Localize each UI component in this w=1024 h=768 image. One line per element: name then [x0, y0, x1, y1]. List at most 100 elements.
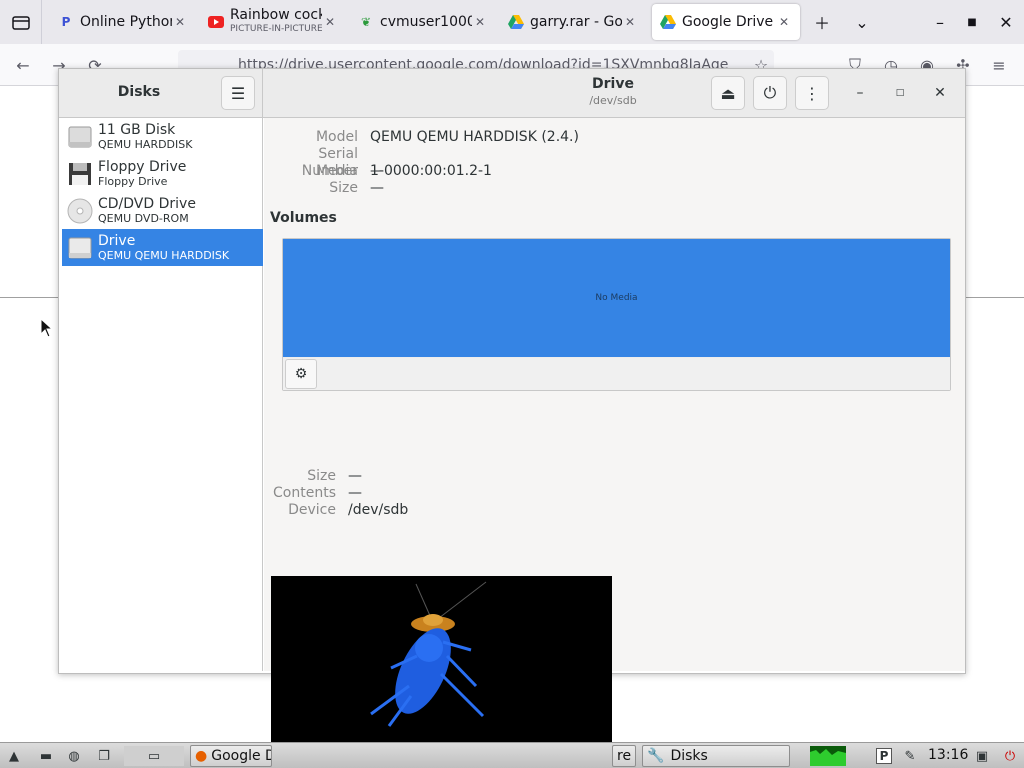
partition-info-row: Device/dev/sdb [264, 502, 408, 519]
tab-close-icon[interactable]: ✕ [622, 15, 638, 29]
info-row: Size — [264, 180, 384, 197]
pager-indicator[interactable]: P [874, 746, 894, 766]
volume-map: No Media ⚙ [282, 238, 951, 391]
volume-block[interactable]: No Media [283, 239, 950, 357]
firefox-view-icon [11, 16, 30, 30]
back-button[interactable]: ← [12, 54, 34, 76]
task-label: Disks [670, 748, 708, 764]
browser-tab-active[interactable]: Google Drive ✕ [652, 4, 800, 40]
minimize-icon: – [856, 85, 864, 101]
tab-close-icon[interactable]: ✕ [172, 15, 188, 29]
browser-maximize-button[interactable]: ■ [960, 10, 984, 34]
taskbar-task-disks[interactable]: 🔧 Disks [642, 745, 790, 767]
browser-tab[interactable]: garry.rar - Go ✕ [500, 4, 646, 40]
device-name: Floppy Drive [98, 159, 187, 175]
youtube-favicon-icon [208, 14, 224, 30]
workspace-pager[interactable]: ▭ [124, 746, 184, 766]
eject-button[interactable]: ⏏ [711, 76, 745, 110]
desktop-icon: ▬ [39, 748, 53, 764]
chevron-down-icon: ⌄ [855, 12, 869, 32]
window-close-button[interactable]: ✕ [928, 81, 952, 105]
browser-tab[interactable]: P Online Python ✕ [50, 4, 196, 40]
picture-in-picture-video[interactable] [271, 576, 612, 768]
volume-label: No Media [595, 293, 638, 303]
mountain-logo-icon: ▲ [9, 748, 19, 764]
tab-close-icon[interactable]: ✕ [322, 15, 338, 29]
taskbar-task-firefox[interactable]: ● Google D [190, 745, 272, 767]
volumes-heading: Volumes [270, 210, 337, 226]
file-manager-launcher[interactable]: ❐ [94, 746, 114, 766]
mouse-pointer-icon [40, 317, 54, 342]
partition-info-row: Size — [264, 468, 362, 485]
hamburger-menu-icon: ≡ [992, 55, 1006, 75]
new-tab-button[interactable]: ＋ [810, 10, 834, 34]
show-desktop-button[interactable]: ▬ [36, 746, 56, 766]
partition-info-row: Contents — [264, 485, 362, 502]
device-item[interactable]: Floppy Drive Floppy Drive [62, 155, 263, 192]
tab-subtitle: PICTURE-IN-PICTURE [230, 24, 322, 34]
tab-close-icon[interactable]: ✕ [776, 15, 792, 29]
volume-settings-button[interactable]: ⚙ [285, 359, 317, 389]
app-title: Disks [117, 84, 161, 100]
device-item[interactable]: CD/DVD Drive QEMU DVD-ROM [62, 192, 263, 229]
tab-title: Online Python [80, 14, 172, 30]
info-key: Device [288, 502, 336, 518]
harddisk-icon [66, 234, 94, 262]
info-value: 1-0000:00:01.2-1 [370, 163, 492, 179]
more-vertical-icon: ⋮ [804, 83, 820, 103]
window-minimize-button[interactable]: – [848, 81, 872, 105]
window-icon: ❐ [98, 748, 110, 764]
browser-tab[interactable]: Rainbow cock PICTURE-IN-PICTURE ✕ [200, 4, 346, 40]
hamburger-menu-icon: ☰ [230, 83, 246, 103]
plus-icon: ＋ [813, 14, 830, 33]
info-key: Model [315, 129, 358, 145]
device-item-selected[interactable]: Drive QEMU QEMU HARDDISK [62, 229, 263, 266]
wrench-icon: 🔧 [647, 748, 665, 764]
close-icon: ✕ [999, 12, 1013, 32]
app-menu-button[interactable]: ≡ [988, 54, 1010, 76]
firefox-icon: ● [195, 748, 208, 764]
power-off-button[interactable]: ⏻ [753, 76, 787, 110]
firefox-view-button[interactable] [0, 0, 42, 44]
header-bar: Disks ☰ Drive /dev/sdb ⏏ ⏻ ⋮ – □ ✕ [59, 69, 965, 118]
device-model: QEMU HARDDISK [98, 138, 193, 151]
window-maximize-button[interactable]: □ [888, 81, 912, 105]
volume-toolbar: ⚙ [283, 358, 950, 390]
arrow-left-icon: ← [16, 55, 30, 75]
app-menu-button[interactable]: ☰ [221, 76, 255, 110]
list-all-tabs-button[interactable]: ⌄ [850, 10, 874, 34]
info-value: — [348, 468, 362, 484]
tab-title: garry.rar - Go [530, 14, 622, 30]
workspace-icon: ▭ [147, 748, 161, 764]
device-item[interactable]: 11 GB Disk QEMU HARDDISK [62, 118, 263, 155]
network-icon: ✎ [904, 748, 916, 764]
info-value: QEMU QEMU HARDDISK (2.4.) [370, 129, 579, 145]
eject-icon: ⏏ [720, 83, 736, 103]
extension-favicon-icon: ❦ [360, 15, 372, 29]
display-indicator[interactable]: ▣ [972, 746, 992, 766]
monitor-icon: ▣ [975, 748, 989, 764]
taskbar-task[interactable]: re [612, 745, 636, 767]
browser-close-button[interactable]: ✕ [994, 10, 1018, 34]
tab-title: Rainbow cock [230, 8, 322, 23]
browser-minimize-button[interactable]: – [928, 10, 952, 34]
browser-tab[interactable]: ❦ cvmuser1000 ✕ [350, 4, 496, 40]
web-browser-launcher[interactable]: ◍ [64, 746, 84, 766]
browser-tab-strip: P Online Python ✕ Rainbow cock PICTURE-IN… [0, 0, 1024, 44]
drive-menu-button[interactable]: ⋮ [795, 76, 829, 110]
network-indicator[interactable]: ✎ [900, 746, 920, 766]
tab-title: cvmuser1000 [380, 14, 472, 30]
tab-title: Google Drive [682, 14, 774, 30]
tab-close-icon[interactable]: ✕ [472, 15, 488, 29]
device-name: CD/DVD Drive [98, 196, 196, 212]
start-menu-button[interactable]: ▲ [4, 746, 24, 766]
info-value: — [348, 485, 362, 501]
maximize-icon: □ [895, 88, 905, 98]
info-key: Size [307, 468, 336, 484]
taskbar: ▲ ▬ ◍ ❐ ▭ ● Google D re 🔧 Disks P ✎ 13:16 … [0, 742, 1024, 768]
task-label: Google D [211, 748, 272, 764]
cpu-graph-icon [810, 749, 846, 766]
close-icon: ✕ [934, 85, 946, 101]
power-icon: ⏻ [1004, 748, 1016, 764]
logout-button[interactable]: ⏻ [1000, 746, 1020, 766]
